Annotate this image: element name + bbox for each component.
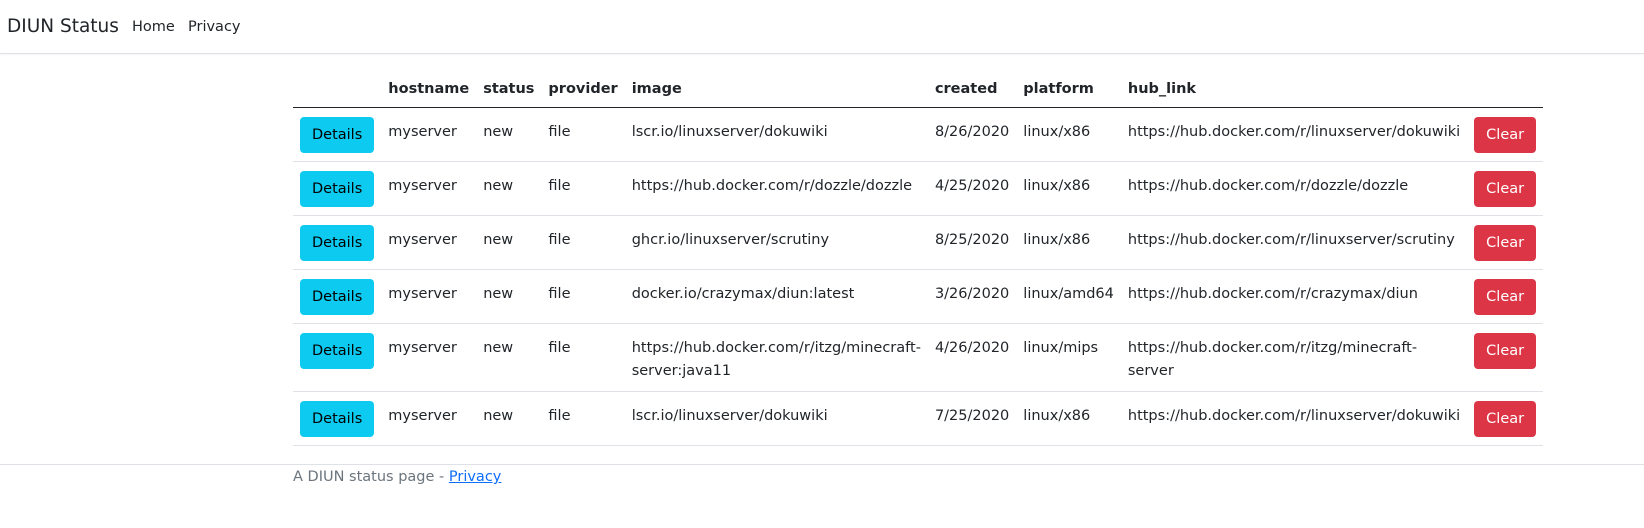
cell-clear: Clear [1467,391,1544,446]
clear-button[interactable]: Clear [1474,171,1537,207]
cell-platform: linux/x86 [1016,161,1121,216]
cell-details: Details [293,323,382,392]
footer-privacy-link[interactable]: Privacy [449,469,502,485]
cell-platform: linux/x86 [1016,215,1121,270]
cell-clear: Clear [1467,107,1544,162]
footer: A DIUN status page - Privacy [0,464,1644,528]
cell-created: 4/26/2020 [927,323,1017,392]
nav-home-link[interactable]: Home [132,19,175,35]
clear-button[interactable]: Clear [1474,333,1537,369]
header-actions [293,70,382,108]
cell-created: 7/25/2020 [927,391,1017,446]
cell-provider: file [541,107,625,162]
cell-details: Details [293,161,382,216]
cell-status: new [476,161,542,216]
header-image: image [624,70,928,108]
cell-platform: linux/mips [1016,323,1121,392]
cell-hostname: myserver [381,215,477,270]
cell-status: new [476,323,542,392]
clear-button[interactable]: Clear [1474,279,1537,315]
cell-status: new [476,215,542,270]
cell-clear: Clear [1467,215,1544,270]
cell-hostname: myserver [381,323,477,392]
header-hostname: hostname [381,70,477,108]
header-created: created [927,70,1017,108]
cell-platform: linux/x86 [1016,107,1121,162]
details-button[interactable]: Details [300,117,375,153]
cell-hub-link: https://hub.docker.com/r/dozzle/dozzle [1120,161,1468,216]
footer-text: A DIUN status page - Privacy [293,469,501,485]
details-button[interactable]: Details [300,225,375,261]
header-platform: platform [1016,70,1121,108]
cell-image: docker.io/crazymax/diun:latest [624,269,928,324]
cell-provider: file [541,323,625,392]
cell-provider: file [541,215,625,270]
cell-clear: Clear [1467,161,1544,216]
cell-details: Details [293,215,382,270]
table-row: Details myserver new file lscr.io/linuxserve… [293,391,1544,446]
cell-status: new [476,391,542,446]
details-button[interactable]: Details [300,401,375,437]
cell-hostname: myserver [381,391,477,446]
details-button[interactable]: Details [300,333,375,369]
cell-hub-link: https://hub.docker.com/r/linuxserver/dok… [1120,107,1468,162]
cell-hub-link: https://hub.docker.com/r/linuxserver/scr… [1120,215,1468,270]
cell-hostname: myserver [381,269,477,324]
footer-caption: A DIUN status page - [293,469,449,485]
cell-hostname: myserver [381,161,477,216]
cell-details: Details [293,391,382,446]
cell-status: new [476,269,542,324]
cell-details: Details [293,107,382,162]
cell-status: new [476,107,542,162]
cell-provider: file [541,269,625,324]
cell-image: https://hub.docker.com/r/dozzle/dozzle [624,161,928,216]
table-row: Details myserver new file docker.io/crazymax… [293,269,1544,324]
clear-button[interactable]: Clear [1474,401,1537,437]
details-button[interactable]: Details [300,171,375,207]
header-clear [1467,70,1544,108]
cell-clear: Clear [1467,269,1544,324]
cell-hub-link: https://hub.docker.com/r/crazymax/diun [1120,269,1468,324]
table-row: Details myserver new file https://hub.docker… [293,323,1544,392]
details-button[interactable]: Details [300,279,375,315]
clear-button[interactable]: Clear [1474,117,1537,153]
table-row: Details myserver new file lscr.io/linuxserve… [293,107,1544,162]
cell-hub-link: https://hub.docker.com/r/itzg/minecraft-… [1120,323,1468,392]
cell-created: 3/26/2020 [927,269,1017,324]
table-header-row: hostname status provider image created p… [293,70,1544,108]
cell-image: lscr.io/linuxserver/dokuwiki [624,391,928,446]
table-row: Details myserver new file https://hub.docker… [293,161,1544,216]
clear-button[interactable]: Clear [1474,225,1537,261]
header-hub-link: hub_link [1120,70,1468,108]
cell-provider: file [541,161,625,216]
cell-hub-link: https://hub.docker.com/r/linuxserver/dok… [1120,391,1468,446]
cell-created: 8/25/2020 [927,215,1017,270]
cell-created: 8/26/2020 [927,107,1017,162]
images-table: hostname status provider image created p… [293,70,1544,446]
cell-image: https://hub.docker.com/r/itzg/minecraft-… [624,323,928,392]
cell-clear: Clear [1467,323,1544,392]
cell-details: Details [293,269,382,324]
header-provider: provider [541,70,625,108]
cell-provider: file [541,391,625,446]
header-status: status [476,70,542,108]
cell-hostname: myserver [381,107,477,162]
cell-created: 4/25/2020 [927,161,1017,216]
table-row: Details myserver new file ghcr.io/linuxserve… [293,215,1544,270]
brand[interactable]: DIUN Status [7,16,119,37]
cell-platform: linux/x86 [1016,391,1121,446]
cell-image: ghcr.io/linuxserver/scrutiny [624,215,928,270]
cell-platform: linux/amd64 [1016,269,1121,324]
cell-image: lscr.io/linuxserver/dokuwiki [624,107,928,162]
navbar: DIUN Status Home Privacy [0,0,1644,54]
nav-privacy-link[interactable]: Privacy [188,19,241,35]
